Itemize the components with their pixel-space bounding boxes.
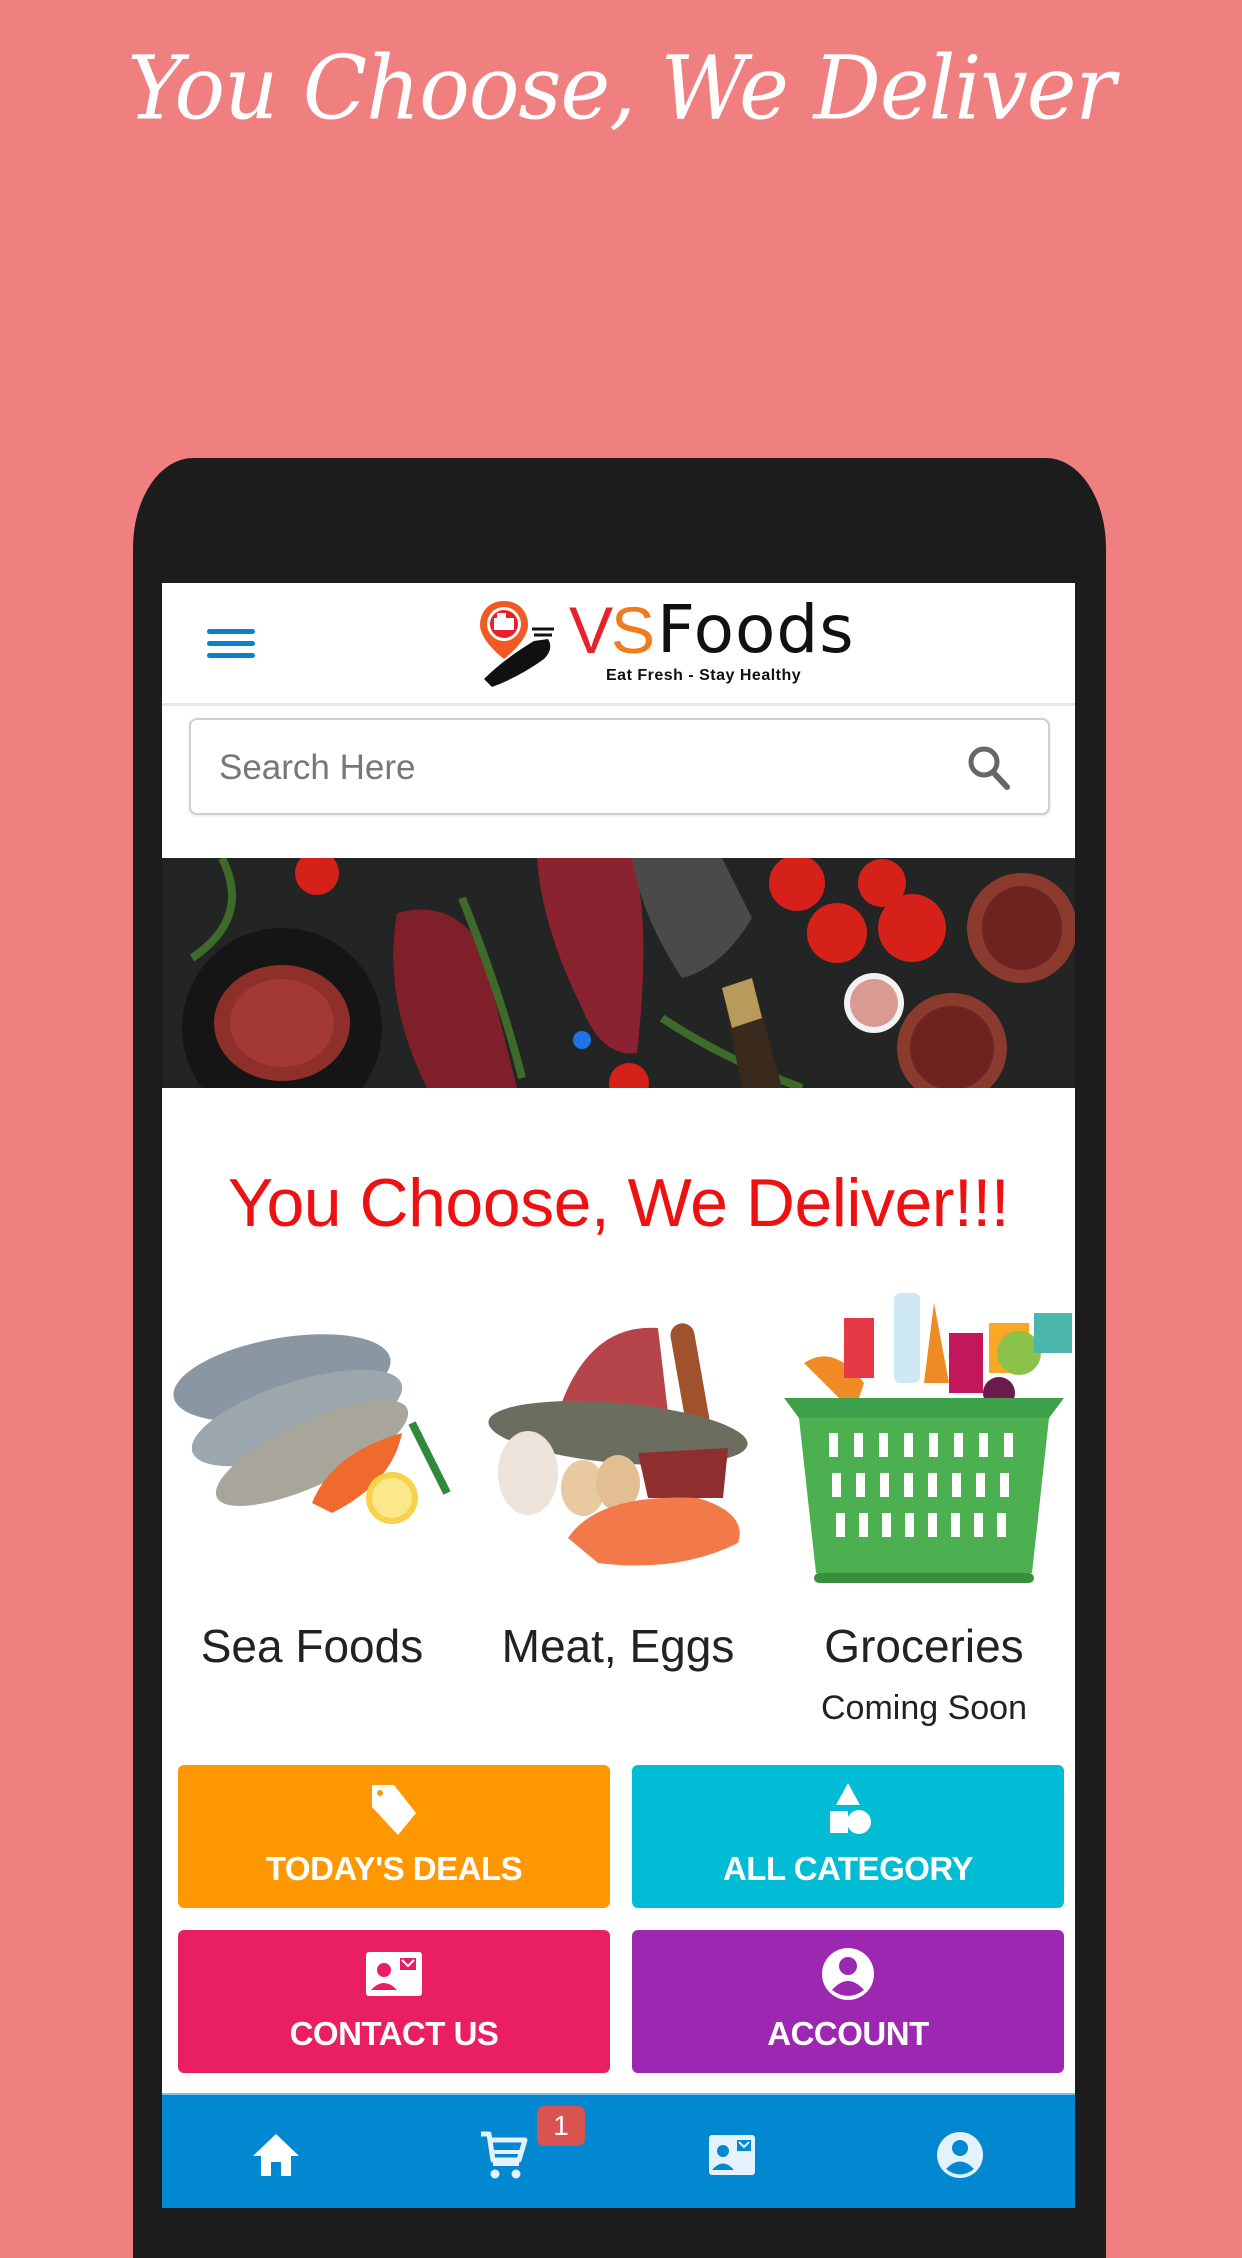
groceries-basket-image <box>784 1293 1072 1583</box>
sea-foods-image <box>173 1334 451 1524</box>
todays-deals-button[interactable]: TODAY'S DEALS <box>178 1765 610 1908</box>
category-list: Sea Foods Meat, Eggs Groceries Coming So… <box>162 1283 1075 1727</box>
bottom-navigation: 1 <box>162 2093 1075 2208</box>
account-button[interactable]: ACCOUNT <box>632 1930 1064 2073</box>
promo-heading: You Choose, We Deliver <box>127 36 1115 140</box>
search-bar <box>189 718 1050 815</box>
search-icon[interactable] <box>964 742 1014 792</box>
category-label: Meat, Eggs <box>501 1620 735 1672</box>
banner-image <box>162 858 1075 1088</box>
all-category-label: ALL CATEGORY <box>722 1850 974 1887</box>
cart-count-badge: 1 <box>537 2106 585 2146</box>
category-groceries[interactable]: Groceries Coming Soon <box>774 1283 1074 1727</box>
nav-contact[interactable] <box>618 2095 846 2208</box>
meat-eggs-image <box>488 1323 748 1566</box>
category-meat-eggs[interactable]: Meat, Eggs <box>468 1283 768 1723</box>
contact-card-icon <box>366 1952 422 1996</box>
vs-foods-logo[interactable]: VS Foods Eat Fresh - Stay Healthy <box>474 593 854 695</box>
logo-vs-text: VS <box>569 593 655 667</box>
account-label: ACCOUNT <box>767 2015 929 2052</box>
nav-home[interactable] <box>162 2095 390 2208</box>
category-sea-foods[interactable]: Sea Foods <box>162 1283 462 1723</box>
hamburger-menu-icon[interactable] <box>207 623 255 663</box>
cart-icon <box>481 2131 528 2179</box>
coming-soon-label: Coming Soon <box>820 1689 1027 1727</box>
nav-account[interactable] <box>846 2095 1074 2208</box>
logo-tagline: Eat Fresh - Stay Healthy <box>606 667 802 684</box>
category-label: Groceries <box>824 1620 1024 1672</box>
contact-us-button[interactable]: CONTACT US <box>178 1930 610 2073</box>
carousel-dot-active[interactable] <box>573 1031 591 1049</box>
main-tagline: You Choose, We Deliver!!! <box>227 1165 1010 1241</box>
all-category-button[interactable]: ALL CATEGORY <box>632 1765 1064 1908</box>
home-icon <box>253 2134 299 2176</box>
account-circle-icon <box>822 1948 874 2000</box>
category-shapes-icon <box>830 1783 871 1834</box>
logo-foods-text: Foods <box>657 591 855 668</box>
contact-card-icon <box>709 2135 755 2175</box>
tag-icon <box>372 1785 416 1835</box>
account-circle-icon <box>937 2132 983 2178</box>
category-label: Sea Foods <box>200 1620 424 1672</box>
todays-deals-label: TODAY'S DEALS <box>265 1850 523 1887</box>
contact-us-label: CONTACT US <box>289 2015 499 2052</box>
search-input[interactable] <box>217 720 961 815</box>
app-header: VS Foods Eat Fresh - Stay Healthy <box>162 583 1075 706</box>
promo-banner-carousel[interactable] <box>162 858 1075 1088</box>
delivery-pin-logo-icon <box>480 601 554 687</box>
app-screen: VS Foods Eat Fresh - Stay Healthy Search… <box>162 583 1075 2208</box>
